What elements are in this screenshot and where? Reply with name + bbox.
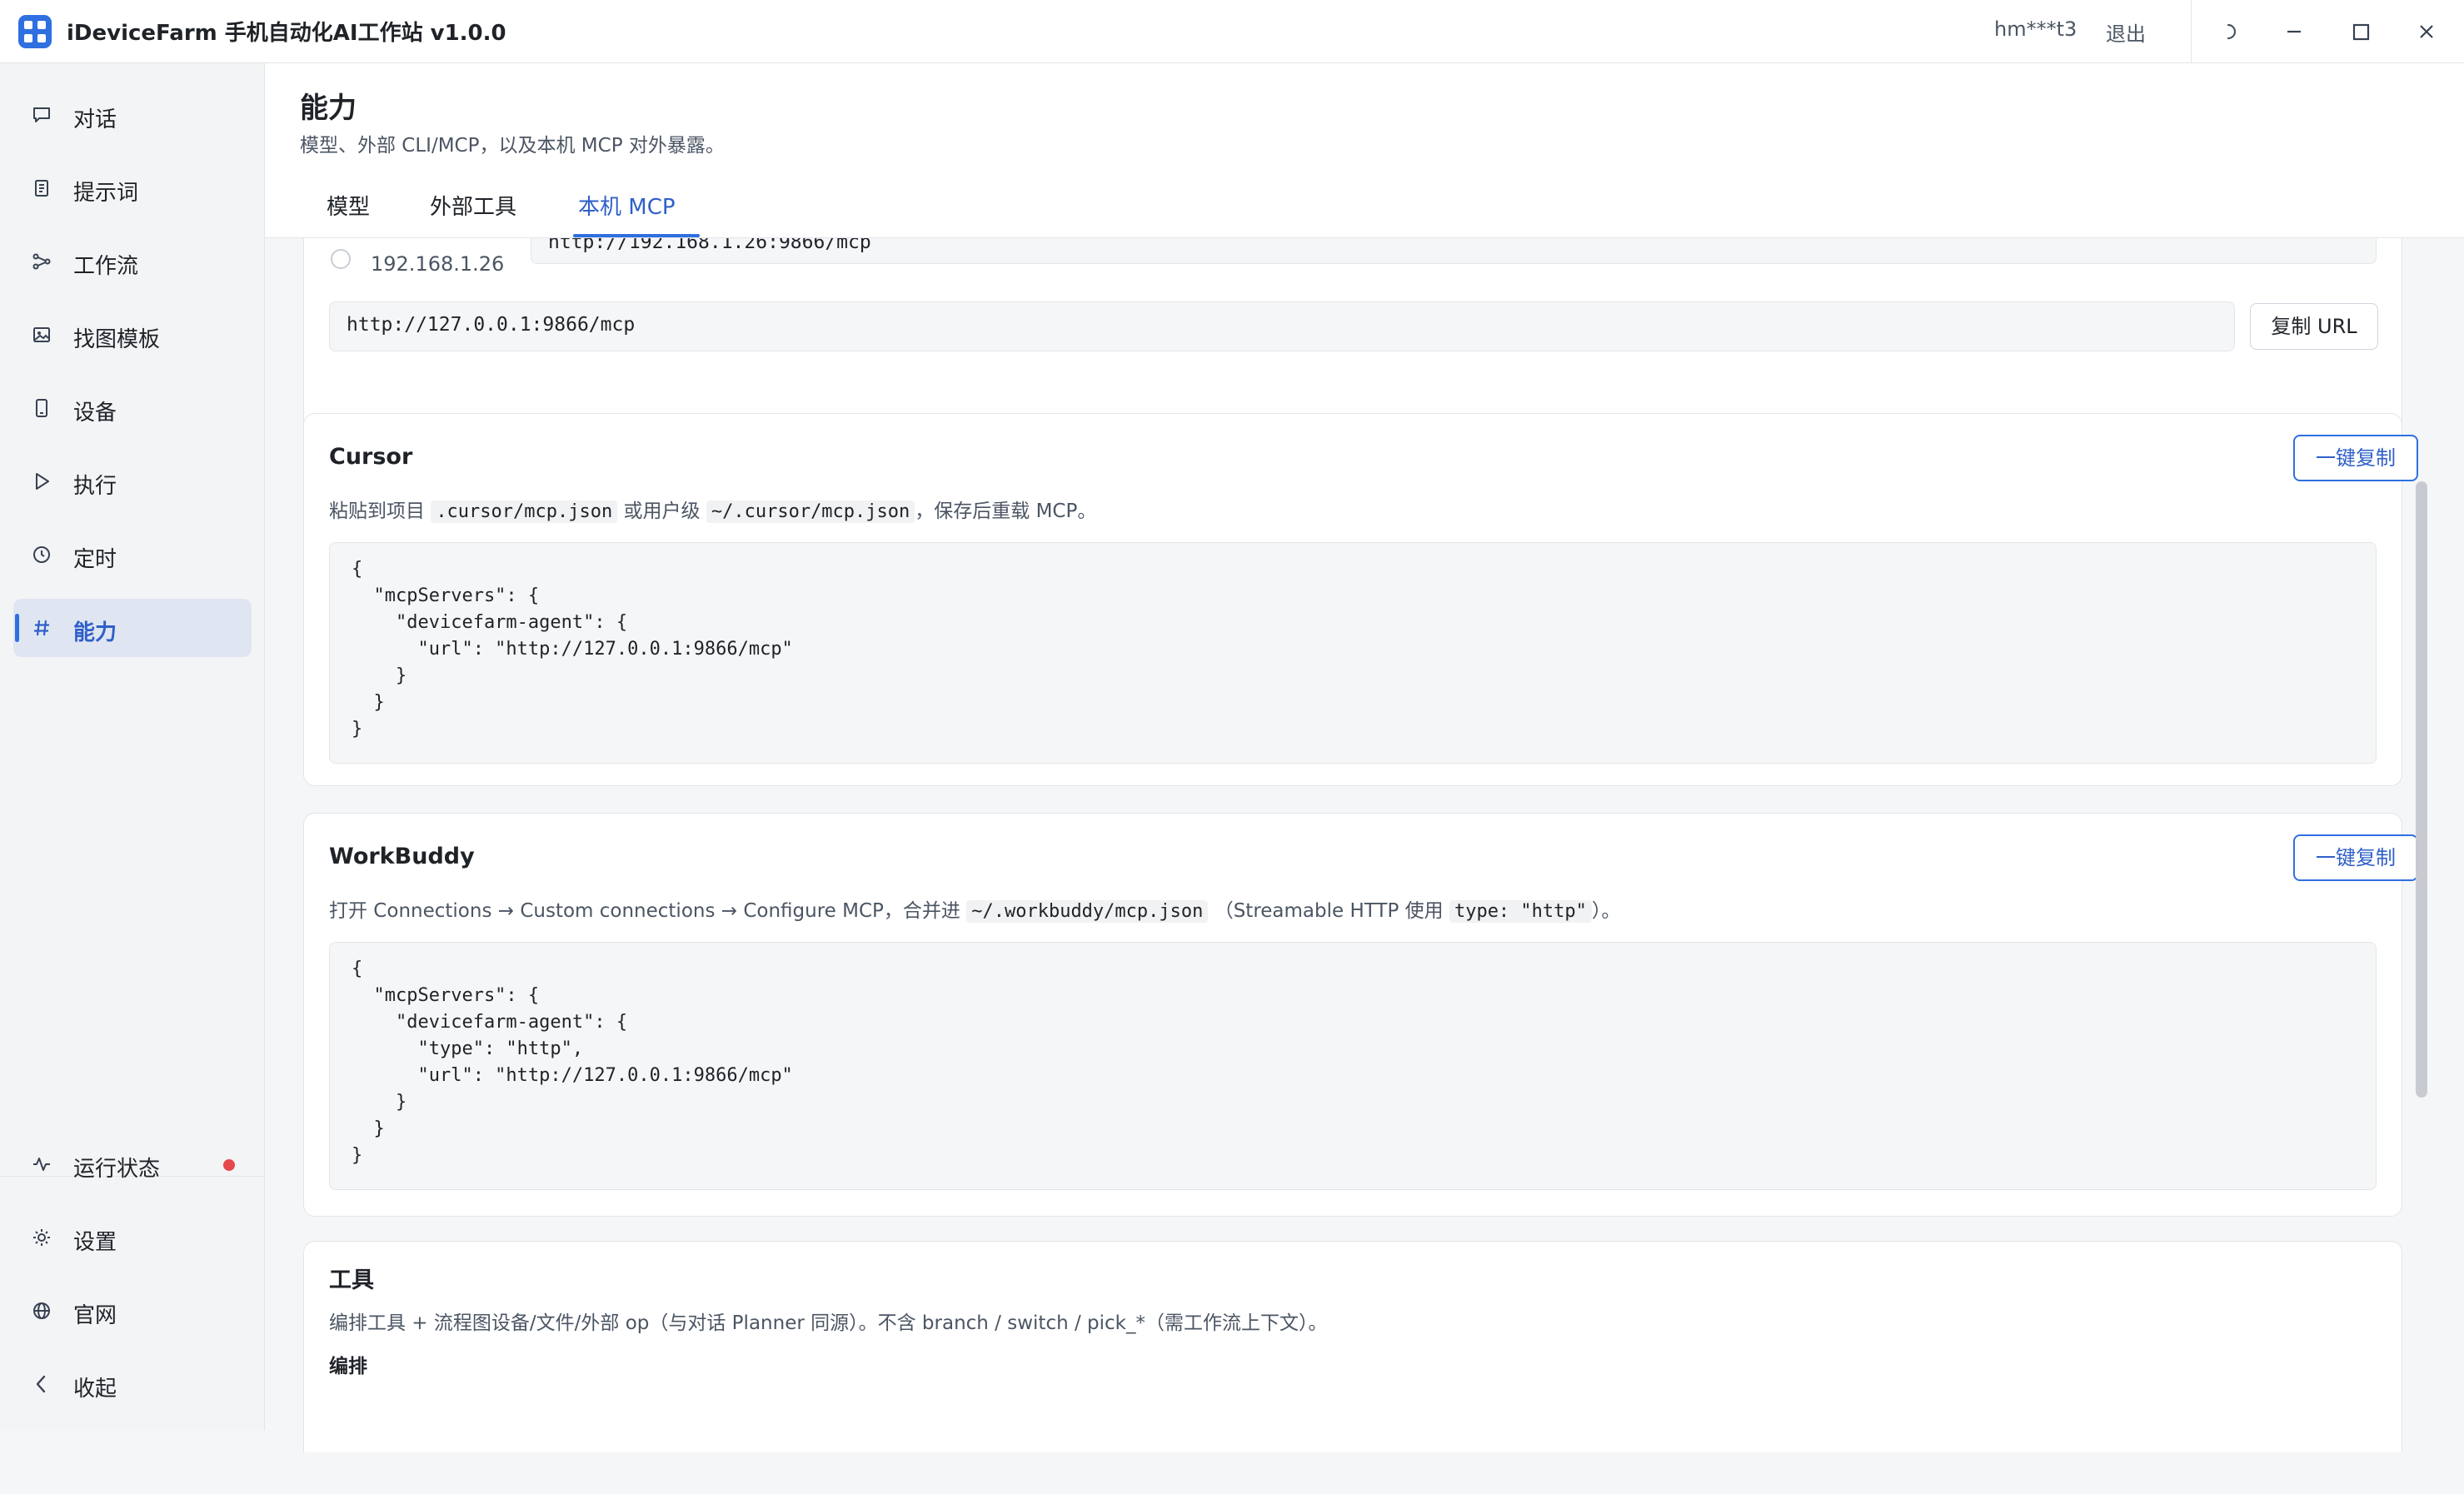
- sidebar-item-prompts[interactable]: 提示词: [13, 159, 252, 217]
- tools-card: 工具 编排工具 + 流程图设备/文件/外部 op（与对话 Planner 同源）…: [303, 1241, 2402, 1452]
- cursor-config-code: { "mcpServers": { "devicefarm-agent": { …: [329, 542, 2377, 764]
- sidebar-item-label: 收起: [73, 1377, 117, 1402]
- sidebar: 对话 提示词 工作流 找图模板 设备 执行 定时 能力 运行状态 设置 官网 收…: [0, 63, 265, 1431]
- scroll-content: 192.168.1.26 http://192.168.1.26:9866/mc…: [265, 238, 2464, 1452]
- app-logo-icon: [18, 15, 52, 48]
- project-config-path: .cursor/mcp.json: [431, 500, 618, 523]
- sidebar-collapse-button[interactable]: 收起: [13, 1355, 252, 1413]
- image-icon: [32, 325, 52, 345]
- sidebar-item-devices[interactable]: 设备: [13, 379, 252, 437]
- desc-text: 打开 Connections → Custom connections → Co…: [329, 900, 960, 922]
- play-icon: [32, 471, 52, 491]
- titlebar-divider: [2191, 0, 2192, 63]
- sidebar-item-label: 定时: [73, 547, 117, 572]
- type-http-code: type: "http": [1449, 900, 1592, 923]
- clock-icon: [32, 545, 52, 565]
- sidebar-item-label: 设置: [73, 1230, 117, 1255]
- bottom-strip: [265, 1452, 2464, 1494]
- sidebar-item-run-status[interactable]: 运行状态: [13, 1135, 252, 1193]
- loading-spinner-icon: [2211, 15, 2244, 48]
- tools-card-description: 编排工具 + 流程图设备/文件/外部 op（与对话 Planner 同源）。不含…: [329, 1312, 1328, 1334]
- tab-local-mcp[interactable]: 本机 MCP: [578, 190, 676, 221]
- sidebar-item-label: 提示词: [73, 181, 139, 206]
- workbuddy-config-path: ~/.workbuddy/mcp.json: [966, 900, 1209, 923]
- globe-icon: [32, 1301, 52, 1321]
- status-indicator-dot: [223, 1159, 235, 1171]
- lan-ip-radio[interactable]: [331, 249, 351, 269]
- sidebar-item-schedule[interactable]: 定时: [13, 525, 252, 584]
- orchestration-section-label: 编排: [329, 1356, 367, 1377]
- sidebar-item-label: 工作流: [73, 254, 139, 279]
- workbuddy-card-description: 打开 Connections → Custom connections → Co…: [329, 894, 1620, 923]
- copy-url-button[interactable]: 复制 URL: [2250, 303, 2378, 350]
- activity-icon: [32, 1154, 52, 1174]
- user-config-path: ~/.cursor/mcp.json: [706, 500, 915, 523]
- sidebar-item-image-templates[interactable]: 找图模板: [13, 306, 252, 364]
- chat-icon: [32, 105, 52, 125]
- cursor-copy-button[interactable]: 一键复制: [2293, 435, 2418, 481]
- document-icon: [32, 178, 52, 198]
- lan-ip-label: 192.168.1.26: [371, 252, 505, 276]
- desc-text: 或用户级: [623, 500, 701, 522]
- sidebar-item-label: 找图模板: [73, 327, 161, 352]
- main-area: 能力 模型、外部 CLI/MCP，以及本机 MCP 对外暴露。 模型 外部工具 …: [265, 63, 2464, 1494]
- minimize-button[interactable]: [2277, 15, 2311, 48]
- cursor-card-description: 粘贴到项目 .cursor/mcp.json 或用户级 ~/.cursor/mc…: [329, 495, 1096, 523]
- vertical-scrollbar[interactable]: [2416, 481, 2427, 1098]
- app-title: iDeviceFarm 手机自动化AI工作站 v1.0.0: [67, 21, 506, 46]
- maximize-button[interactable]: [2344, 15, 2377, 48]
- mcp-url-field[interactable]: http://127.0.0.1:9866/mcp: [329, 301, 2235, 351]
- sidebar-item-label: 能力: [73, 620, 117, 645]
- active-tab-indicator: [573, 234, 700, 237]
- sidebar-item-label: 设备: [73, 401, 117, 426]
- workbuddy-config-code: { "mcpServers": { "devicefarm-agent": { …: [329, 942, 2377, 1190]
- page-subtitle: 模型、外部 CLI/MCP，以及本机 MCP 对外暴露。: [300, 135, 725, 157]
- desc-text: （Streamable HTTP 使用: [1214, 900, 1444, 922]
- tab-models[interactable]: 模型: [327, 190, 370, 221]
- cursor-card-title: Cursor: [329, 444, 413, 470]
- workbuddy-card-title: WorkBuddy: [329, 844, 475, 869]
- lan-url-field[interactable]: http://192.168.1.26:9866/mcp: [531, 238, 2377, 264]
- tab-external-tools[interactable]: 外部工具: [430, 190, 516, 221]
- desc-text: ，保存后重载 MCP。: [915, 500, 1097, 522]
- page-title: 能力: [300, 92, 357, 125]
- sidebar-item-label: 对话: [73, 107, 117, 132]
- hash-icon: [32, 618, 52, 638]
- workflow-icon: [32, 251, 52, 271]
- page-header: 能力 模型、外部 CLI/MCP，以及本机 MCP 对外暴露。 模型 外部工具 …: [265, 63, 2464, 238]
- sidebar-item-execute[interactable]: 执行: [13, 452, 252, 510]
- logout-button[interactable]: 退出: [2106, 17, 2146, 47]
- desc-text: 粘贴到项目: [329, 500, 425, 522]
- sidebar-item-label: 官网: [73, 1303, 117, 1328]
- sidebar-item-label: 运行状态: [73, 1157, 161, 1182]
- sidebar-item-label: 执行: [73, 474, 117, 499]
- sidebar-item-chat[interactable]: 对话: [13, 86, 252, 144]
- cursor-config-card: Cursor 一键复制 粘贴到项目 .cursor/mcp.json 或用户级 …: [303, 413, 2418, 786]
- close-button[interactable]: [2410, 15, 2443, 48]
- workbuddy-copy-button[interactable]: 一键复制: [2293, 834, 2418, 881]
- sidebar-item-settings[interactable]: 设置: [13, 1208, 252, 1267]
- tools-card-title: 工具: [329, 1267, 374, 1293]
- chevron-left-icon: [32, 1374, 52, 1394]
- sidebar-item-capabilities[interactable]: 能力: [13, 599, 252, 657]
- sun-icon: [32, 1228, 52, 1247]
- phone-icon: [32, 398, 52, 418]
- desc-text: ）。: [1591, 900, 1621, 922]
- workbuddy-config-card: WorkBuddy 一键复制 打开 Connections → Custom c…: [303, 813, 2418, 1217]
- sidebar-item-workflow[interactable]: 工作流: [13, 232, 252, 291]
- title-bar: iDeviceFarm 手机自动化AI工作站 v1.0.0 hm***t3 退出: [0, 0, 2464, 63]
- user-name: hm***t3: [1994, 17, 2077, 41]
- sidebar-item-website[interactable]: 官网: [13, 1282, 252, 1340]
